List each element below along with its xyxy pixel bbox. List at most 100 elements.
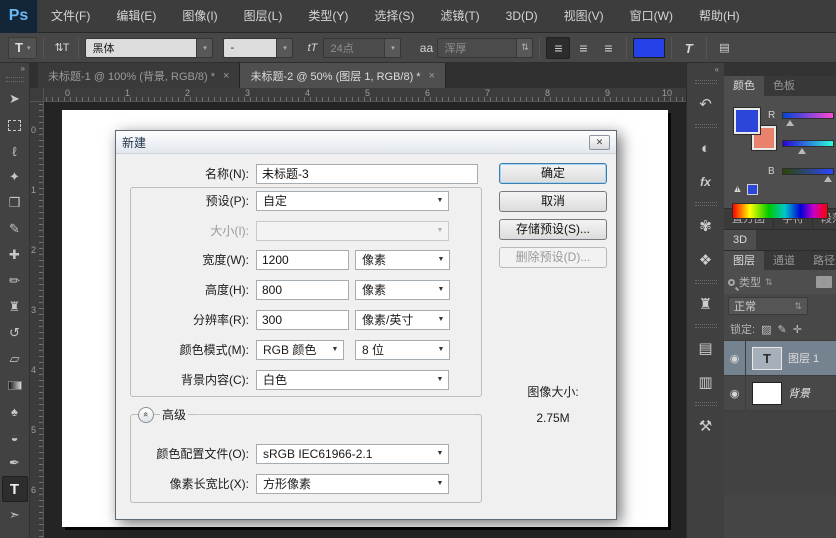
blend-mode-select[interactable]: 正常 ⇅ [728, 297, 808, 315]
preset-select[interactable]: 自定 ▼ [256, 190, 449, 211]
resolution-unit-select[interactable]: 像素/英寸 ▼ [355, 309, 450, 330]
gripper[interactable] [694, 80, 717, 84]
close-icon[interactable]: × [223, 70, 229, 82]
foreground-color-swatch[interactable] [733, 107, 761, 135]
spot-healing-brush-tool[interactable]: ✚ [2, 242, 28, 268]
gripper[interactable] [694, 324, 717, 328]
menu-window[interactable]: 窗口(W) [617, 0, 686, 33]
blue-slider[interactable] [782, 168, 834, 175]
menu-filter[interactable]: 滤镜(T) [427, 0, 492, 33]
layer-row-1[interactable]: ◉ T 图层 1 [724, 340, 836, 375]
ok-button[interactable]: 确定 [499, 163, 607, 184]
gripper[interactable] [694, 124, 717, 128]
menu-edit[interactable]: 编辑(E) [103, 0, 169, 33]
tab-untitled-1[interactable]: 未标题-1 @ 100% (背景, RGB/8) * × [38, 63, 241, 88]
tab-color[interactable]: 颜色 [724, 76, 764, 96]
resolution-input[interactable] [256, 309, 349, 330]
visibility-eye-icon[interactable]: ◉ [724, 376, 746, 410]
brush-tool[interactable]: ✏ [2, 268, 28, 294]
tab-channels[interactable]: 通道 [764, 251, 804, 270]
menu-layer[interactable]: 图层(L) [231, 0, 296, 33]
lock-pixels-icon[interactable]: ✎ [777, 323, 786, 336]
text-orientation-toggle-icon[interactable]: ⇅T [50, 37, 72, 59]
font-size-select[interactable]: 24点 ▾ [323, 37, 402, 58]
path-selection-tool[interactable]: ➣ [2, 502, 28, 528]
layer-name[interactable]: 背景 [788, 385, 810, 401]
collapse-toolbar-icon[interactable]: » [0, 63, 29, 75]
rectangular-marquee-tool[interactable] [2, 112, 28, 138]
menu-view[interactable]: 视图(V) [551, 0, 617, 33]
green-slider[interactable] [782, 140, 834, 147]
dodge-tool[interactable]: ◒ [2, 424, 28, 450]
align-left-icon[interactable]: ≡ [546, 36, 571, 59]
gripper[interactable] [694, 402, 717, 406]
lock-transparency-icon[interactable]: ▨ [761, 323, 771, 336]
tab-3d[interactable]: 3D [724, 230, 757, 250]
font-style-select[interactable]: - ▾ [223, 37, 294, 58]
menu-3d[interactable]: 3D(D) [493, 0, 551, 33]
text-layer-thumbnail[interactable]: T [752, 346, 782, 370]
visibility-eye-icon[interactable]: ◉ [724, 341, 746, 375]
gamut-color-swatch[interactable] [746, 184, 758, 195]
color-profile-select[interactable]: sRGB IEC61966-2.1 ▼ [256, 443, 449, 464]
tab-paths[interactable]: 路径 [804, 251, 836, 270]
menu-select[interactable]: 选择(S) [361, 0, 427, 33]
gripper[interactable] [694, 280, 717, 284]
name-input[interactable] [256, 163, 478, 184]
tab-untitled-2[interactable]: 未标题-2 @ 50% (图层 1, RGB/8) * × [240, 63, 447, 88]
lock-position-icon[interactable]: ✛ [793, 323, 802, 336]
menu-help[interactable]: 帮助(H) [686, 0, 753, 33]
horizontal-ruler[interactable]: 0 1 2 3 4 5 6 7 8 9 10 [44, 88, 686, 102]
advanced-header[interactable]: » 高级 [138, 406, 474, 423]
notes-panel-icon[interactable]: ▥ [691, 367, 721, 397]
styles-panel-icon[interactable]: fx [691, 167, 721, 197]
tool-preset-picker[interactable]: T ▾ [8, 36, 38, 59]
height-unit-select[interactable]: 像素 ▼ [355, 279, 450, 300]
menu-type[interactable]: 类型(Y) [295, 0, 361, 33]
clone-stamp-tool[interactable]: ♜ [2, 294, 28, 320]
brush-panel-icon[interactable]: ✾ [691, 211, 721, 241]
toggle-panels-icon[interactable]: ▤ [713, 37, 735, 59]
close-icon[interactable]: × [429, 70, 435, 82]
clone-source-panel-icon[interactable]: ♜ [691, 289, 721, 319]
width-input[interactable] [256, 249, 349, 270]
tab-swatches[interactable]: 色板 [764, 76, 804, 96]
color-mode-select[interactable]: RGB 颜色 ▼ [256, 339, 344, 360]
menu-image[interactable]: 图像(I) [169, 0, 230, 33]
green-slider-thumb[interactable] [798, 148, 806, 154]
pixel-aspect-ratio-select[interactable]: 方形像素 ▼ [256, 473, 449, 494]
warp-text-icon[interactable]: T [676, 37, 703, 59]
gripper[interactable] [5, 77, 24, 82]
vertical-ruler[interactable]: 0 1 2 3 4 5 6 [30, 102, 44, 538]
gripper[interactable] [694, 202, 717, 206]
anti-alias-select[interactable]: 浑厚 ⇅ [437, 37, 534, 58]
blue-slider-thumb[interactable] [824, 176, 832, 182]
text-color-swatch[interactable] [633, 37, 666, 58]
background-layer-thumbnail[interactable] [752, 381, 782, 405]
eraser-tool[interactable]: ▱ [2, 346, 28, 372]
filter-type-icon[interactable] [816, 276, 832, 288]
blur-tool[interactable]: ♠ [2, 398, 28, 424]
close-icon[interactable]: ✕ [589, 134, 610, 150]
align-right-icon[interactable]: ≡ [596, 37, 620, 59]
cancel-button[interactable]: 取消 [499, 191, 607, 212]
tab-layers[interactable]: 图层 [724, 251, 764, 270]
type-tool[interactable]: T [1, 476, 28, 502]
dialog-titlebar[interactable]: 新建 ✕ [116, 131, 616, 154]
align-center-icon[interactable]: ≡ [571, 37, 595, 59]
save-preset-button[interactable]: 存储预设(S)... [499, 219, 607, 240]
gamut-warning-icon[interactable] [732, 184, 743, 195]
tool-presets-panel-icon[interactable]: ⚒ [691, 411, 721, 441]
red-slider[interactable] [782, 112, 834, 119]
red-slider-thumb[interactable] [786, 120, 794, 126]
adjustments-panel-icon[interactable]: ◐ [691, 133, 721, 163]
move-tool[interactable]: ➤ [2, 86, 28, 112]
menu-file[interactable]: 文件(F) [38, 0, 103, 33]
font-family-select[interactable]: 黑体 ▾ [85, 37, 214, 58]
height-input[interactable] [256, 279, 349, 300]
gradient-tool[interactable] [2, 372, 28, 398]
layer-row-background[interactable]: ◉ 背景 [724, 375, 836, 410]
history-brush-tool[interactable]: ↺ [2, 320, 28, 346]
lasso-tool[interactable]: ℓ [2, 138, 28, 164]
history-panel-icon[interactable]: ↶ [691, 89, 721, 119]
